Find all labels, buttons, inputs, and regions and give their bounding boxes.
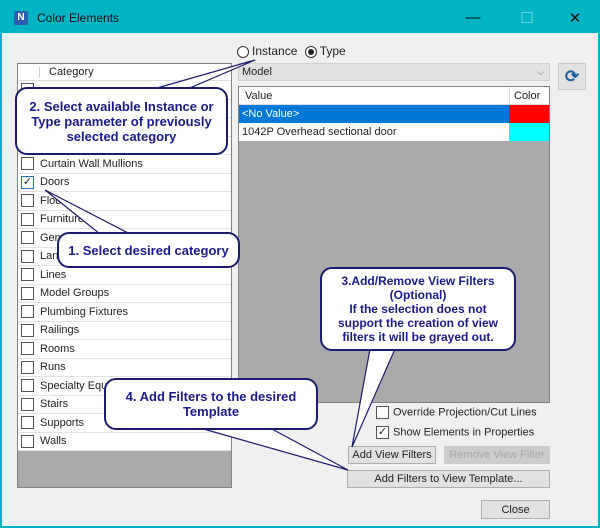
callout-4: 4. Add Filters to the desired Template bbox=[104, 378, 318, 430]
callout-2: 2. Select available Instance or Type par… bbox=[15, 87, 228, 155]
callout-3-body: If the selection does not support the cr… bbox=[337, 302, 499, 344]
callout-3: 3.Add/Remove View Filters (Optional) If … bbox=[320, 267, 516, 351]
callout-1: 1. Select desired category bbox=[57, 232, 240, 268]
callout-2-tail bbox=[149, 59, 256, 91]
callout-1-tail bbox=[44, 189, 131, 235]
callout-4-tail bbox=[199, 427, 349, 471]
callout-3-title: 3.Add/Remove View Filters (Optional) bbox=[341, 274, 495, 302]
callout-3-tail bbox=[351, 348, 396, 448]
